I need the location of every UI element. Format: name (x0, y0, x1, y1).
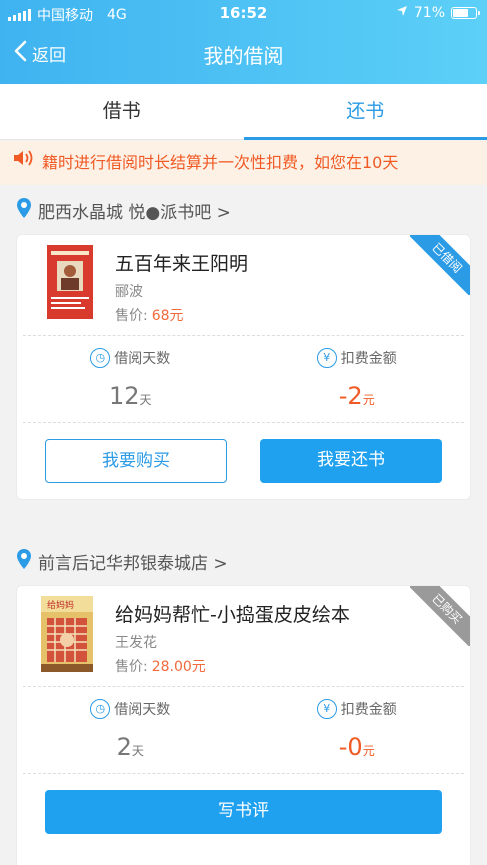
store-header[interactable]: 前言后记华邦银泰城店 > (16, 548, 228, 575)
days-stat: ◷ 借阅天数 12天 (17, 336, 244, 422)
fee-unit: 元 (362, 744, 375, 758)
status-badge-label: 已借阅 (410, 235, 470, 295)
card-actions: 写书评 (17, 774, 470, 850)
price-label: 售价: (115, 659, 148, 675)
price-value: 28.00元 (151, 659, 206, 675)
location-pin-icon (16, 548, 32, 575)
store-name: 前言后记华邦银泰城店 > (38, 554, 228, 574)
status-bar: 中国移动 4G 16:52 71% (0, 0, 487, 28)
status-badge: 已借阅 (410, 235, 470, 295)
days-stat: ◷ 借阅天数 2天 (17, 687, 244, 773)
fee-value-row: -2元 (244, 382, 471, 410)
svg-text:给妈妈: 给妈妈 (47, 599, 74, 611)
days-unit: 天 (131, 744, 144, 758)
borrow-stats: ◷ 借阅天数 12天 ¥ 扣费金额 -2元 (17, 336, 470, 422)
days-unit: 天 (139, 393, 152, 407)
write-review-button[interactable]: 写书评 (45, 790, 442, 834)
page-title: 我的借阅 (203, 44, 284, 68)
store-name: 肥西水晶城 悦●派书吧 > (38, 203, 231, 223)
days-label: 借阅天数 (114, 702, 171, 718)
speaker-icon (12, 141, 38, 185)
book-info[interactable]: 给妈妈 给妈妈帮忙-小捣蛋皮皮绘本 王发花 售价: 28.00元 已购买 (17, 586, 470, 686)
tab-borrow[interactable]: 借书 (0, 84, 244, 139)
days-value-row: 2天 (17, 733, 244, 761)
book-title: 五百年来王阳明 (115, 253, 249, 275)
fee-unit: 元 (362, 393, 375, 407)
borrow-card: 给妈妈 给妈妈帮忙-小捣蛋皮皮绘本 王发花 售价: 28.00元 已购买 ◷ 借阅天… (16, 585, 471, 865)
return-button[interactable]: 我要还书 (260, 439, 442, 483)
fee-stat: ¥ 扣费金额 -0元 (244, 687, 471, 773)
status-badge-label: 已购买 (410, 586, 470, 646)
buy-button[interactable]: 我要购买 (45, 439, 227, 483)
yen-icon: ¥ (316, 348, 337, 368)
header: 中国移动 4G 16:52 71% 返回 我的借阅 (0, 0, 487, 84)
days-label: 借阅天数 (114, 351, 171, 367)
book-price: 售价: 68元 (115, 305, 184, 325)
location-pin-icon (16, 197, 32, 224)
location-arrow-icon (396, 5, 408, 21)
borrow-card: 五百年来王阳明 郦波 售价: 68元 已借阅 ◷ 借阅天数 12天 ¥ 扣费金额 -2… (16, 234, 471, 500)
navbar: 返回 我的借阅 (0, 28, 487, 80)
book-author: 郦波 (115, 284, 143, 300)
clock-icon: ◷ (90, 348, 111, 368)
notice-bar: 籍时进行借阅时长结算并一次性扣费，如您在10天 (0, 141, 487, 185)
days-value: 12 (108, 382, 140, 410)
store-header[interactable]: 肥西水晶城 悦●派书吧 > (16, 197, 231, 224)
battery-icon (451, 7, 480, 19)
book-cover: 给妈妈 (41, 596, 93, 672)
clock-icon: ◷ (90, 699, 111, 719)
battery-percent: 71% (413, 5, 445, 21)
borrow-stats: ◷ 借阅天数 2天 ¥ 扣费金额 -0元 (17, 687, 470, 773)
fee-value-row: -0元 (244, 733, 471, 761)
card-actions: 我要购买 我要还书 (17, 423, 470, 499)
price-value: 68元 (151, 308, 184, 324)
book-title: 给妈妈帮忙-小捣蛋皮皮绘本 (115, 604, 350, 626)
price-label: 售价: (115, 308, 148, 324)
tab-return[interactable]: 还书 (243, 84, 487, 140)
fee-value: -2 (338, 382, 363, 410)
days-value: 2 (116, 733, 132, 761)
book-cover (47, 245, 93, 319)
fee-label: 扣费金额 (340, 351, 397, 367)
fee-stat: ¥ 扣费金额 -2元 (244, 336, 471, 422)
book-info[interactable]: 五百年来王阳明 郦波 售价: 68元 已借阅 (17, 235, 470, 335)
book-price: 售价: 28.00元 (115, 656, 206, 676)
fee-value: -0 (338, 733, 363, 761)
status-badge: 已购买 (410, 586, 470, 646)
fee-label: 扣费金额 (340, 702, 397, 718)
book-author: 王发花 (115, 635, 157, 651)
notice-text: 籍时进行借阅时长结算并一次性扣费，如您在10天 (42, 153, 399, 172)
days-value-row: 12天 (17, 382, 244, 410)
tab-bar: 借书 还书 (0, 84, 487, 140)
yen-icon: ¥ (316, 699, 337, 719)
